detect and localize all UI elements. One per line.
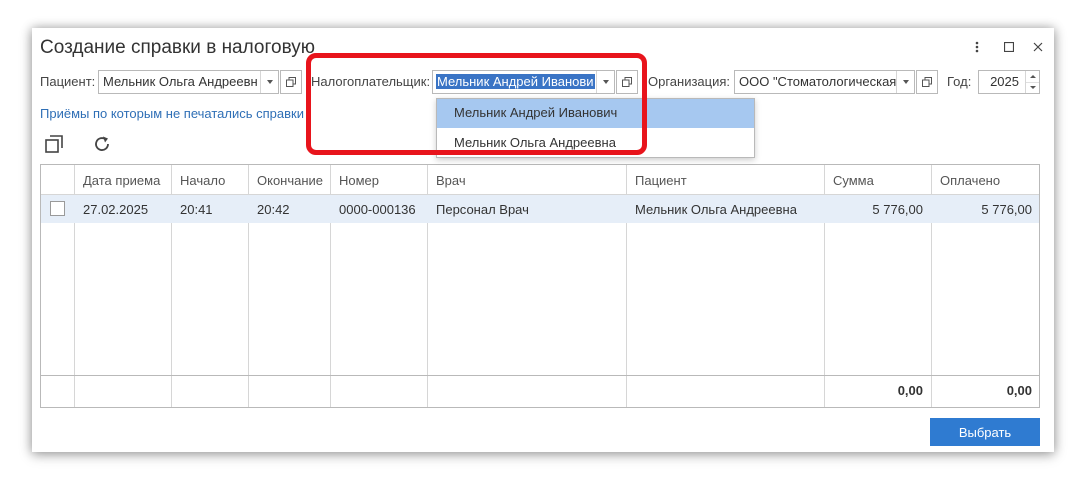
spinner-up-icon[interactable] <box>1026 71 1039 83</box>
column-header-doctor[interactable]: Врач <box>436 173 466 188</box>
unprinted-visits-link[interactable]: Приёмы по которым не печатались справки <box>40 106 304 121</box>
cell-number: 0000-000136 <box>339 202 416 217</box>
column-header-patient[interactable]: Пациент <box>635 173 687 188</box>
column-header-number[interactable]: Номер <box>339 173 379 188</box>
organization-label: Организация: <box>648 74 731 89</box>
year-value[interactable]: 2025 <box>979 71 1025 93</box>
table-footer: 0,00 0,00 <box>41 375 1039 407</box>
spinner-down-icon[interactable] <box>1026 83 1039 94</box>
more-vert-icon[interactable] <box>968 38 986 56</box>
cell-patient: Мельник Ольга Андреевна <box>635 202 797 217</box>
copy-icon[interactable] <box>42 132 66 156</box>
column-header-date[interactable]: Дата приема <box>83 173 160 188</box>
column-header-sum[interactable]: Сумма <box>833 173 874 188</box>
cell-doctor: Персонал Врач <box>436 202 529 217</box>
organization-value[interactable]: ООО "Стоматологическая <box>735 71 896 93</box>
dropdown-arrow-icon[interactable] <box>896 71 914 93</box>
patient-label: Пациент: <box>40 74 96 89</box>
column-header-paid[interactable]: Оплачено <box>940 173 1000 188</box>
select-button[interactable]: Выбрать <box>930 418 1040 446</box>
cell-paid: 5 776,00 <box>981 202 1032 217</box>
total-paid: 0,00 <box>1006 383 1032 398</box>
column-header-start[interactable]: Начало <box>180 173 225 188</box>
organization-combo[interactable]: ООО "Стоматологическая <box>734 70 915 94</box>
close-icon[interactable] <box>1029 38 1047 56</box>
maximize-icon[interactable] <box>1000 38 1018 56</box>
cell-date: 27.02.2025 <box>83 202 149 217</box>
open-form-icon[interactable] <box>280 70 302 94</box>
annotation-highlight-box <box>306 53 647 155</box>
cell-start: 20:41 <box>180 202 213 217</box>
total-sum: 0,00 <box>897 383 923 398</box>
column-header-end[interactable]: Окончание <box>257 173 323 188</box>
visits-table: Дата приема Начало Окончание Номер Врач … <box>40 164 1040 408</box>
patient-combo[interactable]: Мельник Ольга Андреевн <box>98 70 279 94</box>
dropdown-arrow-icon[interactable] <box>260 71 278 93</box>
year-spinner[interactable]: 2025 <box>978 70 1040 94</box>
year-label: Год: <box>947 74 972 89</box>
open-form-icon[interactable] <box>916 70 938 94</box>
patient-value[interactable]: Мельник Ольга Андреевн <box>99 71 260 93</box>
cell-end: 20:42 <box>257 202 290 217</box>
table-header: Дата приема Начало Окончание Номер Врач … <box>41 165 1039 195</box>
refresh-icon[interactable] <box>90 132 114 156</box>
row-checkbox[interactable] <box>50 201 65 216</box>
dialog-title: Создание справки в налоговую <box>40 37 315 58</box>
cell-sum: 5 776,00 <box>872 202 923 217</box>
